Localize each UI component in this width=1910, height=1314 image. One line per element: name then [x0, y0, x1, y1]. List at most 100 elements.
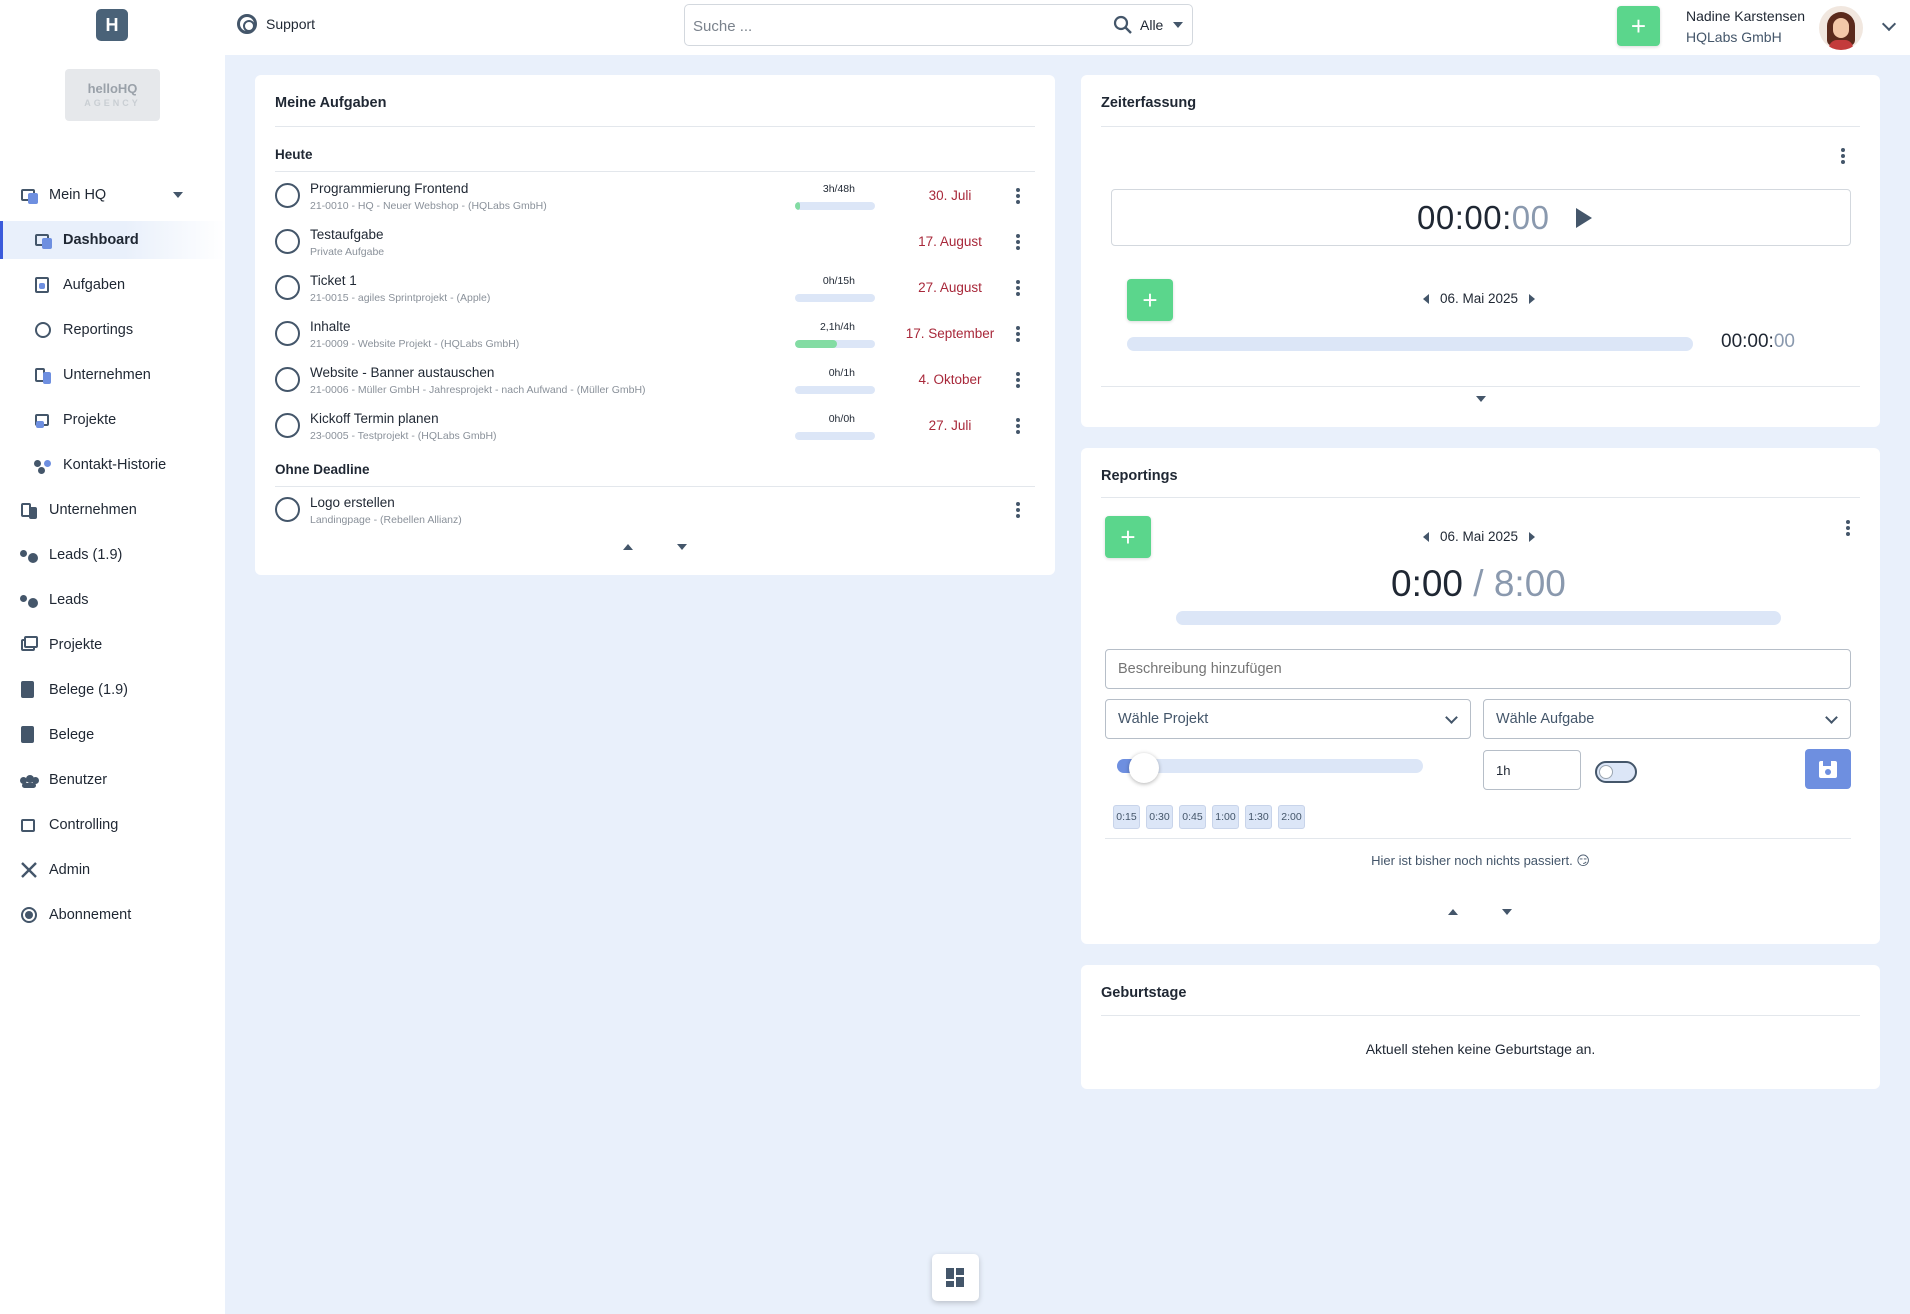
project-select[interactable]: Wähle Projekt	[1105, 699, 1471, 739]
save-report-button[interactable]	[1805, 749, 1851, 789]
projects-icon	[20, 636, 38, 654]
sidebar-item-projekte-main[interactable]: Projekte	[0, 626, 225, 664]
divider	[1105, 838, 1851, 839]
task-name[interactable]: Ticket 1	[310, 273, 357, 288]
more-vertical-icon[interactable]	[1016, 188, 1020, 204]
chevron-left-icon[interactable]	[1423, 293, 1429, 304]
add-report-button[interactable]: +	[1105, 516, 1151, 558]
quick-duration-chip[interactable]: 0:30	[1146, 805, 1173, 829]
subscription-icon	[20, 906, 38, 924]
billable-toggle[interactable]	[1595, 761, 1637, 783]
chevron-down-icon	[1825, 711, 1838, 724]
duration-slider-handle[interactable]	[1129, 753, 1159, 783]
more-vertical-icon[interactable]	[1016, 326, 1020, 342]
task-checkbox[interactable]	[275, 497, 300, 522]
more-vertical-icon[interactable]	[1016, 502, 1020, 518]
search-bar: Alle	[684, 4, 1193, 46]
task-name[interactable]: Kickoff Termin planen	[310, 411, 439, 426]
divider	[275, 126, 1035, 127]
task-name[interactable]: Logo erstellen	[310, 495, 395, 510]
task-row[interactable]: Programmierung Frontend 21-0010 - HQ - N…	[275, 174, 1035, 218]
top-bar: H Support Alle + Nadine Karstensen HQLab…	[0, 0, 1910, 55]
play-icon[interactable]	[1576, 208, 1592, 228]
task-checkbox[interactable]	[275, 413, 300, 438]
report-date[interactable]: 06. Mai 2025	[1440, 529, 1518, 544]
sidebar-item-projekte[interactable]: Projekte	[0, 401, 225, 439]
task-checkbox[interactable]	[275, 321, 300, 346]
quick-duration-chip[interactable]: 2:00	[1278, 805, 1305, 829]
sidebar-item-unternehmen-main[interactable]: Unternehmen	[0, 491, 225, 529]
quick-duration-chip[interactable]: 0:45	[1179, 805, 1206, 829]
sidebar-item-abonnement[interactable]: Abonnement	[0, 896, 225, 934]
more-vertical-icon[interactable]	[1016, 418, 1020, 434]
sidebar-item-aufgaben[interactable]: Aufgaben	[0, 266, 225, 304]
task-checkbox[interactable]	[275, 275, 300, 300]
sidebar-item-benutzer[interactable]: Benutzer	[0, 761, 225, 799]
task-due-date: 17. September	[905, 326, 995, 341]
search-input[interactable]	[693, 14, 1093, 38]
task-checkbox[interactable]	[275, 183, 300, 208]
sidebar-item-leads-19[interactable]: Leads (1.9)	[0, 536, 225, 574]
chevron-right-icon[interactable]	[1529, 531, 1536, 542]
chevron-down-icon[interactable]	[1476, 396, 1486, 402]
chevron-down-icon[interactable]	[677, 544, 687, 550]
dashboard-layout-button[interactable]	[932, 1254, 979, 1301]
quick-duration-chip[interactable]: 0:15	[1113, 805, 1140, 829]
user-info[interactable]: Nadine Karstensen HQLabs GmbH	[1686, 6, 1805, 48]
task-name[interactable]: Testaufgabe	[310, 227, 384, 242]
task-name[interactable]: Website - Banner austauschen	[310, 365, 494, 380]
duration-input[interactable]	[1483, 750, 1581, 790]
avatar[interactable]	[1819, 6, 1863, 50]
more-vertical-icon[interactable]	[1841, 148, 1845, 164]
sidebar-item-dashboard[interactable]: Dashboard	[0, 221, 225, 259]
sidebar-item-reportings[interactable]: Reportings	[0, 311, 225, 349]
sidebar-item-belege[interactable]: Belege	[0, 716, 225, 754]
sidebar-item-admin[interactable]: Admin	[0, 851, 225, 889]
sidebar-item-unternehmen[interactable]: Unternehmen	[0, 356, 225, 394]
quick-duration-chip[interactable]: 1:00	[1212, 805, 1239, 829]
task-name[interactable]: Programmierung Frontend	[310, 181, 468, 196]
chevron-down-icon[interactable]	[1502, 909, 1512, 915]
task-checkbox[interactable]	[275, 367, 300, 392]
task-row[interactable]: Inhalte 21-0009 - Website Projekt - (HQL…	[275, 312, 1035, 356]
chevron-left-icon[interactable]	[1423, 531, 1429, 542]
task-row[interactable]: Testaufgabe Private Aufgabe 17. August	[275, 220, 1035, 264]
more-vertical-icon[interactable]	[1016, 280, 1020, 296]
support-link[interactable]: Support	[237, 14, 315, 34]
search-icon[interactable]	[1113, 15, 1133, 35]
divider	[1101, 386, 1860, 387]
chevron-right-icon[interactable]	[1529, 293, 1536, 304]
time-date[interactable]: 06. Mai 2025	[1440, 291, 1518, 306]
sidebar-item-belege-19[interactable]: Belege (1.9)	[0, 671, 225, 709]
chevron-up-icon[interactable]	[1448, 909, 1458, 915]
task-row[interactable]: Website - Banner austauschen 21-0006 - M…	[275, 358, 1035, 402]
task-row[interactable]: Logo erstellen Landingpage - (Rebellen A…	[275, 488, 1035, 532]
description-input[interactable]	[1105, 649, 1851, 689]
chevron-up-icon[interactable]	[623, 544, 633, 550]
chevron-down-icon[interactable]	[1881, 16, 1897, 32]
quick-duration-chip[interactable]: 1:30	[1245, 805, 1272, 829]
hq-logo[interactable]: H	[96, 9, 128, 41]
report-scroll-controls	[1448, 909, 1512, 915]
leads-icon	[20, 546, 38, 564]
task-row[interactable]: Kickoff Termin planen 23-0005 - Testproj…	[275, 404, 1035, 448]
sidebar: helloHQ AGENCY Mein HQ Dashboard Aufgabe…	[0, 55, 225, 1314]
task-name[interactable]: Inhalte	[310, 319, 351, 334]
sidebar-item-mein-hq[interactable]: Mein HQ	[0, 176, 225, 214]
more-vertical-icon[interactable]	[1846, 520, 1850, 536]
search-scope-select[interactable]: Alle	[1140, 17, 1184, 33]
add-time-entry-button[interactable]: +	[1127, 279, 1173, 321]
task-checkbox[interactable]	[275, 229, 300, 254]
task-context: 21-0009 - Website Projekt - (HQLabs GmbH…	[310, 338, 520, 350]
quick-add-button[interactable]: +	[1617, 6, 1660, 46]
task-select[interactable]: Wähle Aufgabe	[1483, 699, 1851, 739]
birthdays-title: Geburtstage	[1101, 985, 1187, 1001]
plus-icon: +	[1120, 521, 1136, 552]
more-vertical-icon[interactable]	[1016, 234, 1020, 250]
sidebar-item-controlling[interactable]: Controlling	[0, 806, 225, 844]
task-row[interactable]: Ticket 1 21-0015 - agiles Sprintprojekt …	[275, 266, 1035, 310]
sidebar-item-leads[interactable]: Leads	[0, 581, 225, 619]
more-vertical-icon[interactable]	[1016, 372, 1020, 388]
sidebar-item-kontakt-historie[interactable]: Kontakt-Historie	[0, 446, 225, 484]
duration-slider[interactable]	[1117, 759, 1423, 773]
